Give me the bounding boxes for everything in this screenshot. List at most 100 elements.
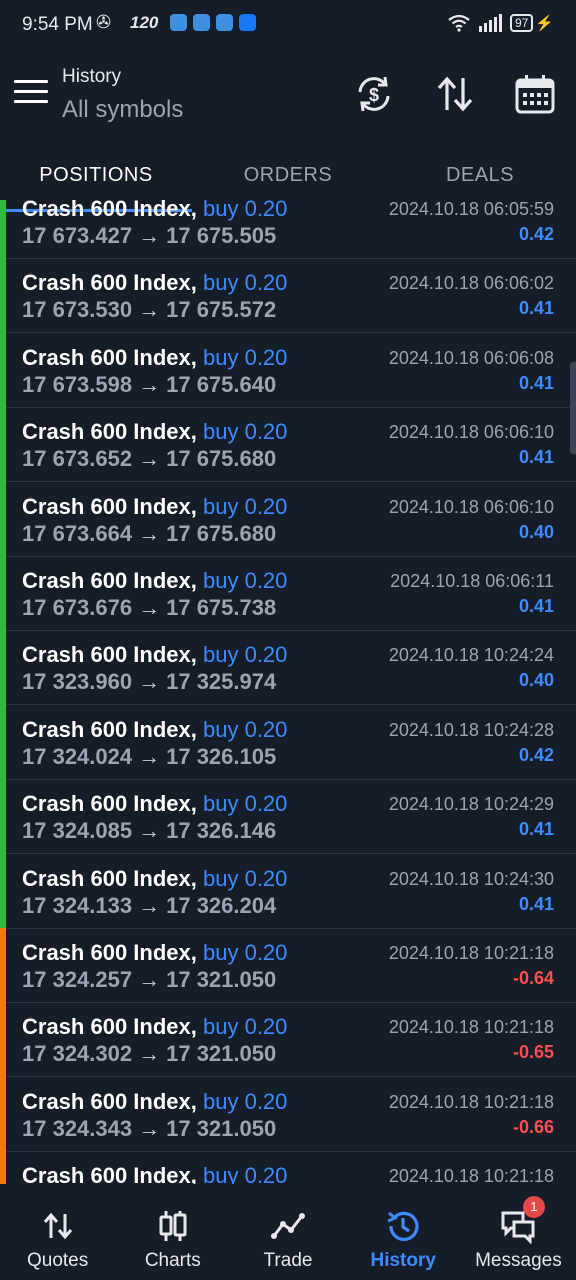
position-prices: 17 324.302 → 17 321.050 — [22, 1041, 276, 1067]
open-price: 17 673.652 — [22, 446, 133, 472]
position-profit: 0.40 — [518, 521, 554, 542]
position-symbol: Crash 600 Index, buy 0.20 — [22, 568, 287, 594]
position-time: 2024.10.18 10:21:18 — [388, 1017, 554, 1038]
position-time: 2024.10.18 10:21:18 — [388, 1091, 554, 1112]
symbol-name: Crash 600 Index, — [22, 493, 197, 519]
profit-indicator-bar — [0, 853, 6, 929]
wifi-icon — [448, 14, 470, 32]
position-row[interactable]: Crash 600 Index, buy 0.20 17 323.960 → 17 3… — [0, 630, 576, 706]
position-row[interactable]: Crash 600 Index, buy 0.20 17 673.676 → 17 6… — [0, 556, 576, 631]
position-time: 2024.10.18 06:06:02 — [388, 273, 554, 294]
positions-list[interactable]: Crash 600 Index, buy 0.20 17 673.427 → 17 6… — [0, 200, 576, 1184]
position-symbol: Crash 600 Index, buy 0.20 — [22, 791, 287, 817]
symbol-filter[interactable]: All symbols — [62, 96, 183, 124]
position-side: buy 0.20 — [203, 419, 288, 445]
position-row[interactable]: Crash 600 Index, buy 0.20 17 324.024 → 17 3… — [0, 704, 576, 780]
position-profit: 0.41 — [518, 298, 554, 319]
position-profit: 0.42 — [518, 744, 554, 765]
symbol-name: Crash 600 Index, — [22, 1014, 197, 1040]
scrollbar[interactable] — [570, 362, 576, 454]
close-price: 17 675.640 — [166, 371, 277, 397]
symbol-name: Crash 600 Index, — [22, 940, 197, 965]
open-price: 17 324.133 — [22, 892, 133, 918]
open-price: 17 324.343 — [22, 1115, 133, 1141]
position-profit: 0.42 — [518, 224, 554, 244]
battery-indicator: 97 — [509, 14, 534, 32]
calendar-icon[interactable] — [513, 72, 557, 116]
message-badge: 1 — [522, 1196, 545, 1218]
position-symbol: Crash 600 Index, buy 0.20 — [22, 270, 287, 296]
open-price: 17 673.598 — [22, 371, 133, 397]
position-row[interactable]: Crash 600 Index, buy 0.20 17 324.257 → 17 3… — [0, 928, 576, 1003]
position-profit: -0.64 — [512, 968, 554, 988]
profit-indicator-bar — [0, 258, 6, 334]
currency-refresh-icon[interactable]: $ — [352, 72, 396, 116]
position-prices: 17 673.427 → 17 675.505 — [22, 223, 276, 249]
position-profit: -0.65 — [512, 1042, 554, 1063]
profit-indicator-bar — [0, 928, 6, 1003]
position-symbol: Crash 600 Index, buy 0.20 — [22, 1089, 287, 1115]
profit-indicator-bar — [0, 407, 6, 483]
nav-label: History — [370, 1250, 436, 1271]
bottom-navigation: Quotes Charts Trade History Messages 1 — [0, 1184, 576, 1280]
symbol-name: Crash 600 Index, — [22, 200, 197, 221]
symbol-name: Crash 600 Index, — [22, 716, 197, 742]
charging-icon: ⚡ — [535, 15, 554, 32]
nav-quotes[interactable]: Quotes — [0, 1184, 115, 1280]
nav-trade[interactable]: Trade — [230, 1184, 345, 1280]
position-symbol: Crash 600 Index, buy 0.20 — [22, 1014, 287, 1040]
position-row[interactable]: Crash 600 Index, buy 0.20 17 324.085 → 17 3… — [0, 779, 576, 855]
position-time: 2024.10.18 10:24:29 — [388, 794, 554, 815]
open-price: 17 673.676 — [22, 595, 133, 620]
position-row[interactable]: Crash 600 Index, buy 0.20 17 673.664 → 17 6… — [0, 481, 576, 557]
position-row[interactable]: Crash 600 Index, buy 0.20→2024.10.18 10:… — [0, 1151, 576, 1184]
profit-indicator-bar — [0, 556, 6, 631]
position-time: 2024.10.18 06:06:10 — [388, 496, 554, 517]
position-row[interactable]: Crash 600 Index, buy 0.20 17 673.598 → 17 6… — [0, 332, 576, 408]
position-side: buy 0.20 — [203, 940, 288, 965]
position-symbol: Crash 600 Index, buy 0.20 — [22, 866, 287, 892]
position-side: buy 0.20 — [203, 200, 288, 221]
facebook-icon — [239, 14, 257, 31]
position-row[interactable]: Crash 600 Index, buy 0.20 17 324.343 → 17 3… — [0, 1076, 576, 1152]
nav-messages[interactable]: Messages 1 — [461, 1184, 576, 1280]
close-price: 17 321.050 — [166, 1041, 277, 1067]
position-profit: 0.41 — [518, 893, 554, 914]
symbol-name: Crash 600 Index, — [22, 344, 197, 370]
position-symbol: Crash 600 Index, buy 0.20 — [22, 1163, 287, 1184]
position-prices: 17 324.024 → 17 326.105 — [22, 744, 276, 770]
position-time: 2024.10.18 10:21:18 — [388, 1166, 554, 1184]
chat-app-icon — [193, 14, 211, 31]
status-bar: 9:54 PM ✇ 120 97 ⚡ — [0, 0, 576, 52]
position-row[interactable]: Crash 600 Index, buy 0.20 17 673.427 → 17 6… — [0, 200, 576, 259]
arrow-right-icon: → — [138, 669, 161, 695]
position-side: buy 0.20 — [203, 1163, 288, 1184]
nav-history[interactable]: History — [346, 1184, 461, 1280]
status-icons: ✇ 120 — [96, 12, 257, 33]
symbol-name: Crash 600 Index, — [22, 791, 197, 817]
telegram-icon — [170, 14, 188, 31]
profit-indicator-bar — [0, 1002, 6, 1078]
arrow-right-icon: → — [138, 892, 161, 918]
close-price: 17 675.680 — [166, 520, 277, 546]
position-side: buy 0.20 — [203, 716, 288, 742]
position-row[interactable]: Crash 600 Index, buy 0.20 17 324.302 → 17 3… — [0, 1002, 576, 1078]
position-prices: 17 324.085 → 17 326.146 — [22, 818, 276, 844]
open-price: 17 324.024 — [22, 743, 133, 769]
position-time: 2024.10.18 10:24:30 — [388, 868, 554, 889]
sort-icon[interactable] — [433, 72, 477, 116]
quotes-icon — [43, 1212, 72, 1240]
open-price: 17 324.257 — [22, 967, 133, 992]
close-price: 17 675.572 — [166, 297, 277, 323]
open-price: 17 323.960 — [22, 669, 133, 695]
nav-charts[interactable]: Charts — [115, 1184, 230, 1280]
position-profit: 0.41 — [518, 372, 554, 393]
open-price: 17 673.427 — [22, 223, 133, 248]
position-row[interactable]: Crash 600 Index, buy 0.20 17 673.652 → 17 6… — [0, 407, 576, 483]
menu-button[interactable] — [14, 80, 48, 110]
position-prices: 17 673.598 → 17 675.640 — [22, 372, 276, 398]
position-symbol: Crash 600 Index, buy 0.20 — [22, 200, 287, 222]
position-row[interactable]: Crash 600 Index, buy 0.20 17 324.133 → 17 3… — [0, 853, 576, 929]
position-row[interactable]: Crash 600 Index, buy 0.20 17 673.530 → 17 6… — [0, 258, 576, 334]
nav-label: Quotes — [26, 1250, 89, 1271]
